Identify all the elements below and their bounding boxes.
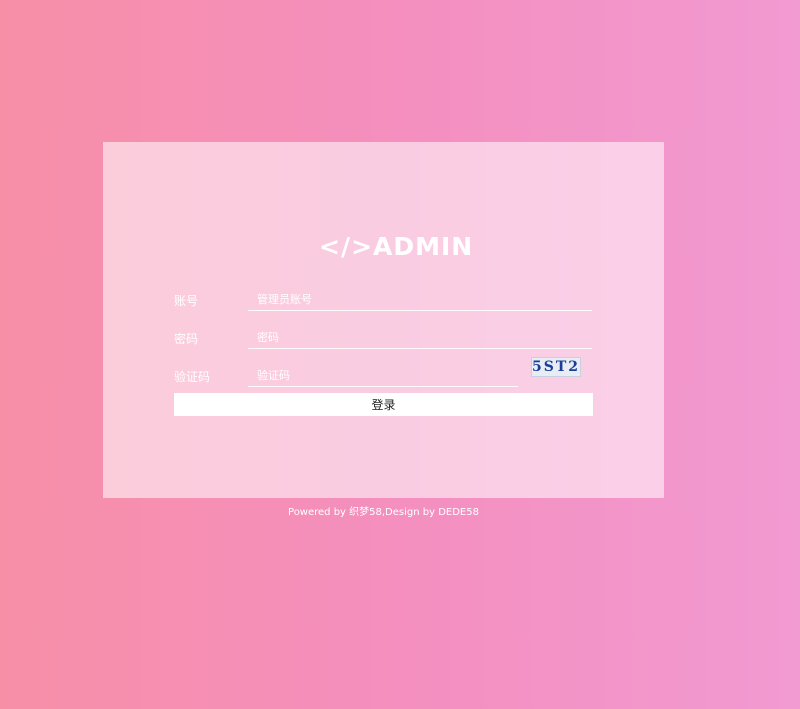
captcha-input[interactable] (248, 364, 518, 387)
login-button[interactable]: 登录 (174, 393, 593, 416)
admin-logo: </>ADMIN (319, 232, 474, 261)
captcha-image[interactable]: 5ST2 (531, 357, 581, 377)
account-input[interactable] (248, 288, 592, 311)
password-input[interactable] (248, 326, 592, 349)
login-card: </>ADMIN 账号 密码 验证码 5ST2 登录 (103, 142, 664, 498)
footer-credit: Powered by 织梦58,Design by DEDE58 (288, 507, 479, 518)
account-label: 账号 (174, 294, 199, 308)
password-label: 密码 (174, 332, 199, 346)
captcha-label: 验证码 (174, 370, 211, 384)
